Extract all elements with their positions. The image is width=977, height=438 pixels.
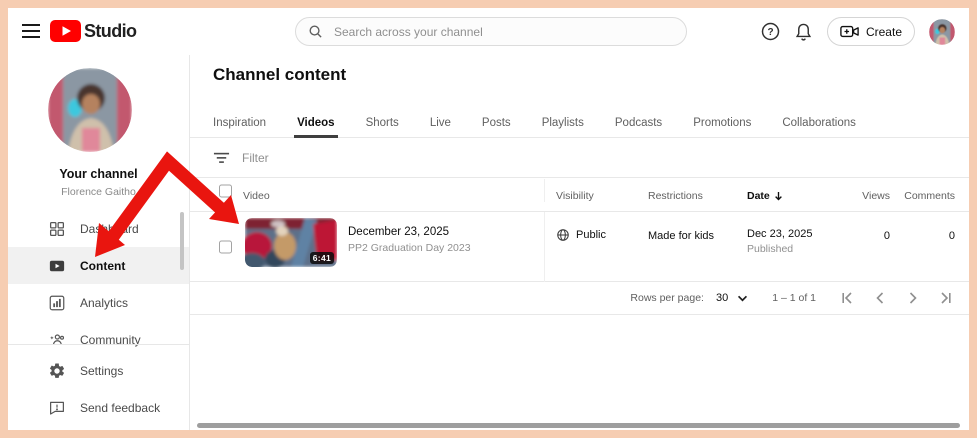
account-avatar[interactable] — [929, 18, 955, 45]
channel-owner-name: Florence Gaitho — [61, 186, 136, 198]
main-content: Channel content Inspiration Videos Short… — [190, 55, 969, 430]
video-description: PP2 Graduation Day 2023 — [348, 242, 471, 254]
sidebar: Your channel Florence Gaitho Dashboard C… — [8, 55, 190, 430]
table-row: 6:41 December 23, 2025 PP2 Graduation Da… — [190, 212, 969, 282]
sidebar-divider — [8, 344, 189, 345]
sidebar-item-label: Analytics — [80, 295, 129, 310]
sidebar-item-label: Settings — [80, 363, 124, 378]
content-icon — [49, 260, 65, 271]
filter-icon — [213, 152, 230, 163]
sidebar-item-settings[interactable]: Settings — [8, 352, 189, 389]
search-icon — [309, 25, 322, 38]
analytics-icon — [49, 295, 65, 310]
content-tabs: Inspiration Videos Shorts Live Posts Pla… — [190, 110, 969, 138]
create-camera-icon — [840, 25, 859, 38]
sidebar-item-label: Content — [80, 258, 126, 273]
community-icon — [50, 333, 65, 345]
first-page-button[interactable] — [840, 291, 854, 305]
tab-inspiration[interactable]: Inspiration — [213, 110, 266, 137]
feedback-icon — [50, 401, 64, 415]
studio-wordmark: Studio — [84, 20, 137, 41]
sort-descending-icon — [774, 191, 782, 201]
filter-label: Filter — [242, 151, 269, 165]
tab-posts[interactable]: Posts — [482, 110, 511, 137]
last-page-button[interactable] — [939, 291, 953, 305]
rows-per-page-label: Rows per page: — [630, 292, 704, 304]
search-input[interactable] — [332, 23, 674, 40]
restrictions-value: Made for kids — [648, 230, 715, 242]
help-icon: ? — [761, 22, 780, 41]
table-header: Video Visibility Restrictions Date Views… — [190, 179, 969, 212]
sidebar-item-content[interactable]: Content — [8, 247, 189, 284]
select-all-checkbox[interactable] — [219, 184, 232, 197]
sidebar-item-label: Send feedback — [80, 400, 161, 415]
header-date-sort[interactable]: Date — [747, 190, 836, 202]
channel-avatar[interactable] — [48, 68, 132, 152]
header-restrictions: Restrictions — [648, 190, 703, 202]
video-title[interactable]: December 23, 2025 — [348, 226, 544, 238]
create-button-label: Create — [865, 24, 902, 39]
views-value: 0 — [883, 230, 890, 242]
previous-page-button[interactable] — [873, 291, 887, 305]
next-page-button[interactable] — [906, 291, 920, 305]
notifications-button[interactable] — [794, 22, 813, 42]
pagination-range: 1 – 1 of 1 — [772, 292, 816, 304]
header-visibility: Visibility — [556, 190, 594, 202]
youtube-studio-logo[interactable]: Studio — [50, 20, 137, 42]
tab-collaborations[interactable]: Collaborations — [782, 110, 856, 137]
header-views: Views — [862, 190, 890, 202]
tab-podcasts[interactable]: Podcasts — [615, 110, 662, 137]
pagination-bar: Rows per page: 30 1 – 1 of 1 — [190, 282, 969, 315]
create-button[interactable]: Create — [826, 17, 915, 46]
sidebar-item-label: Dashboard — [80, 221, 139, 236]
row-checkbox[interactable] — [219, 240, 232, 254]
account-avatar-photo — [929, 18, 955, 45]
settings-icon — [49, 362, 65, 378]
tab-videos[interactable]: Videos — [294, 110, 338, 138]
rows-per-page-select[interactable]: 30 — [716, 292, 748, 304]
horizontal-scrollbar[interactable] — [197, 423, 960, 428]
globe-public-icon — [557, 229, 569, 241]
video-duration-badge: 6:41 — [309, 252, 334, 264]
sidebar-item-dashboard[interactable]: Dashboard — [8, 210, 189, 247]
dashboard-icon — [49, 221, 65, 236]
video-thumbnail[interactable]: 6:41 — [245, 218, 337, 267]
comments-value: 0 — [948, 230, 955, 242]
topbar-actions: ? Create — [761, 8, 955, 55]
date-value: Dec 23, 2025 — [747, 228, 813, 240]
header-comments: Comments — [904, 190, 955, 202]
date-status: Published — [747, 243, 794, 255]
sidebar-scrollbar[interactable] — [180, 212, 184, 270]
sidebar-item-analytics[interactable]: Analytics — [8, 284, 189, 321]
youtube-play-icon — [50, 20, 81, 42]
visibility-value[interactable]: Public — [576, 229, 606, 241]
hamburger-menu-icon[interactable] — [22, 24, 40, 38]
topbar: Studio ? — [8, 8, 969, 55]
sidebar-item-send-feedback[interactable]: Send feedback — [8, 389, 189, 426]
tab-promotions[interactable]: Promotions — [693, 110, 751, 137]
youtube-studio-window: Studio ? — [8, 8, 969, 430]
tab-live[interactable]: Live — [430, 110, 451, 137]
chevron-down-icon — [738, 295, 748, 301]
channel-avatar-photo — [48, 68, 132, 152]
tab-shorts[interactable]: Shorts — [366, 110, 399, 137]
search-bar — [295, 17, 687, 46]
tab-playlists[interactable]: Playlists — [542, 110, 584, 137]
page-title: Channel content — [213, 65, 347, 84]
filter-bar[interactable]: Filter — [190, 139, 969, 178]
help-button[interactable]: ? — [761, 22, 780, 41]
channel-label: Your channel — [59, 167, 138, 181]
svg-text:?: ? — [767, 27, 773, 38]
bell-icon — [795, 23, 812, 41]
header-video: Video — [243, 190, 270, 202]
